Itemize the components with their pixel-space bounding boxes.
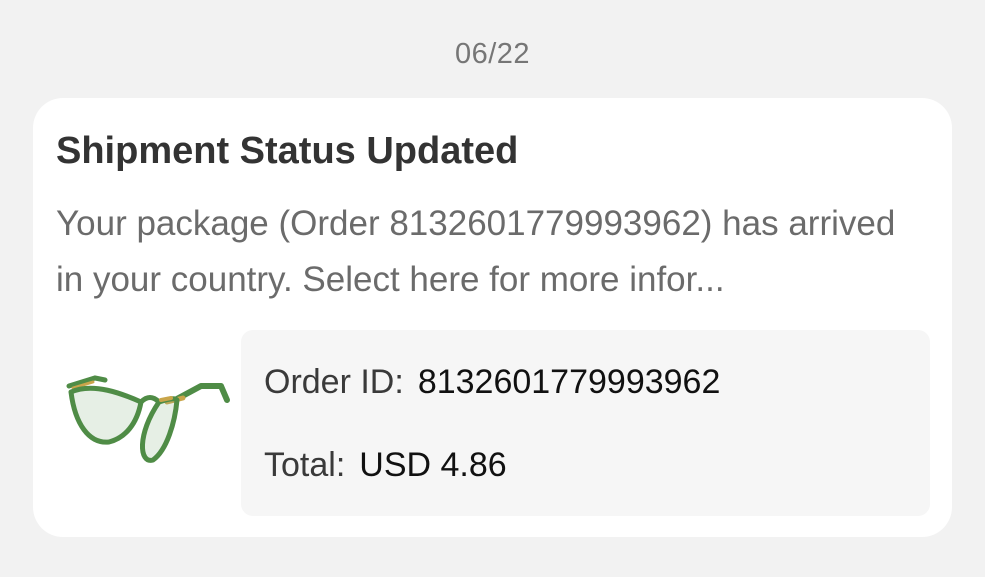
eyeglasses-icon xyxy=(66,375,230,463)
order-info-panel: Order ID: 8132601779993962 Total: USD 4.86 xyxy=(241,330,930,516)
date-stamp: 06/22 xyxy=(454,38,531,70)
total-row: Total: USD 4.86 xyxy=(264,446,507,485)
total-label: Total: xyxy=(264,446,346,484)
order-id-row: Order ID: 8132601779993962 xyxy=(264,363,720,402)
order-id-value: 8132601779993962 xyxy=(417,363,721,401)
notification-title: Shipment Status Updated xyxy=(56,130,519,172)
total-value: USD 4.86 xyxy=(359,446,507,484)
shipment-notification-card[interactable]: Shipment Status Updated Your package (Or… xyxy=(33,98,952,537)
order-id-label: Order ID: xyxy=(264,363,404,401)
product-thumbnail[interactable] xyxy=(63,364,235,476)
notification-message: Your package (Order 8132601779993962) ha… xyxy=(56,204,896,299)
